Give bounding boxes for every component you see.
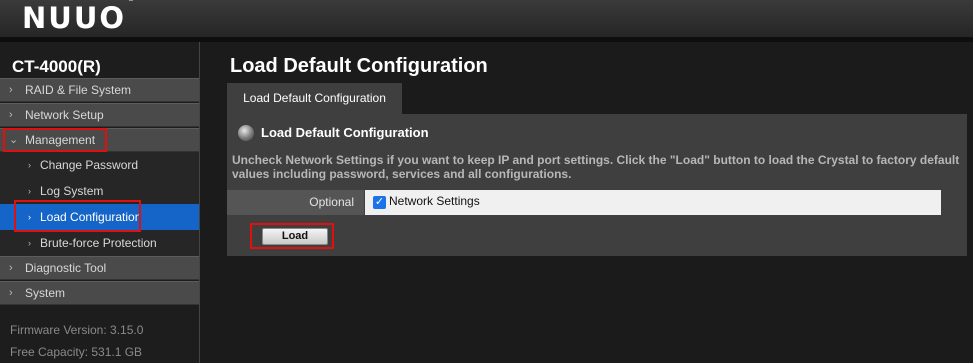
chevron-right-icon: › — [9, 262, 13, 274]
sidebar-item-system[interactable]: › System — [0, 281, 199, 305]
sidebar-item-label: System — [25, 286, 66, 300]
config-panel: Load Default Configuration Uncheck Netwo… — [227, 114, 967, 256]
sidebar-item-management[interactable]: ⌄ Management — [0, 128, 199, 152]
sidebar-subitem-brute-force[interactable]: › Brute-force Protection — [0, 230, 199, 256]
section-title: Load Default Configuration — [261, 125, 429, 140]
tab-load-default-configuration[interactable]: Load Default Configuration — [227, 83, 402, 114]
sidebar-item-diagnostic-tool[interactable]: › Diagnostic Tool — [0, 256, 199, 280]
nuuo-logo: NUUO® — [22, 0, 137, 35]
chevron-right-icon: › — [28, 186, 31, 196]
sidebar-subitem-log-system[interactable]: › Log System — [0, 178, 199, 204]
sidebar-item-label: Network Setup — [25, 108, 104, 122]
device-name: CT-4000(R) — [12, 57, 101, 76]
sidebar-subitem-change-password[interactable]: › Change Password — [0, 152, 199, 178]
sidebar-subitem-label: Load Configuration — [40, 210, 142, 224]
logo-text: NUUO — [22, 1, 127, 35]
sidebar-item-network-setup[interactable]: › Network Setup — [0, 103, 199, 127]
sidebar-item-label: Diagnostic Tool — [25, 261, 107, 275]
optional-label: Optional — [227, 190, 364, 215]
sidebar-item-label: Management — [25, 133, 96, 147]
chevron-right-icon: › — [28, 212, 31, 222]
sidebar-item-label: RAID & File System — [25, 83, 132, 97]
optional-value-cell: ✓ Network Settings — [365, 190, 941, 215]
optional-row: Optional ✓ Network Settings — [227, 190, 941, 215]
firmware-version: Firmware Version: 3.15.0 — [10, 323, 144, 337]
sidebar-item-raid[interactable]: › RAID & File System — [0, 78, 199, 102]
registered-mark: ® — [127, 0, 137, 3]
section-bullet-icon — [238, 125, 254, 141]
sidebar: CT-4000(R) › RAID & File System › Network … — [0, 42, 200, 363]
sidebar-subitem-label: Change Password — [40, 158, 139, 172]
chevron-right-icon: › — [9, 287, 13, 299]
description-text: Uncheck Network Settings if you want to … — [232, 153, 960, 181]
sidebar-subitem-load-configuration[interactable]: › Load Configuration — [0, 204, 199, 230]
page-title: Load Default Configuration — [230, 55, 488, 77]
chevron-down-icon: ⌄ — [9, 134, 19, 146]
chevron-right-icon: › — [9, 109, 13, 121]
chevron-right-icon: › — [28, 160, 31, 170]
network-settings-checkbox[interactable]: ✓ — [373, 196, 386, 209]
sidebar-subitem-label: Log System — [40, 184, 104, 198]
sidebar-subitem-label: Brute-force Protection — [40, 236, 157, 250]
free-capacity: Free Capacity: 531.1 GB — [10, 345, 143, 359]
chevron-right-icon: › — [9, 84, 13, 96]
load-button[interactable]: Load — [262, 228, 328, 245]
top-header: NUUO® — [0, 0, 973, 38]
chevron-right-icon: › — [28, 238, 31, 248]
network-settings-label: Network Settings — [389, 194, 480, 208]
